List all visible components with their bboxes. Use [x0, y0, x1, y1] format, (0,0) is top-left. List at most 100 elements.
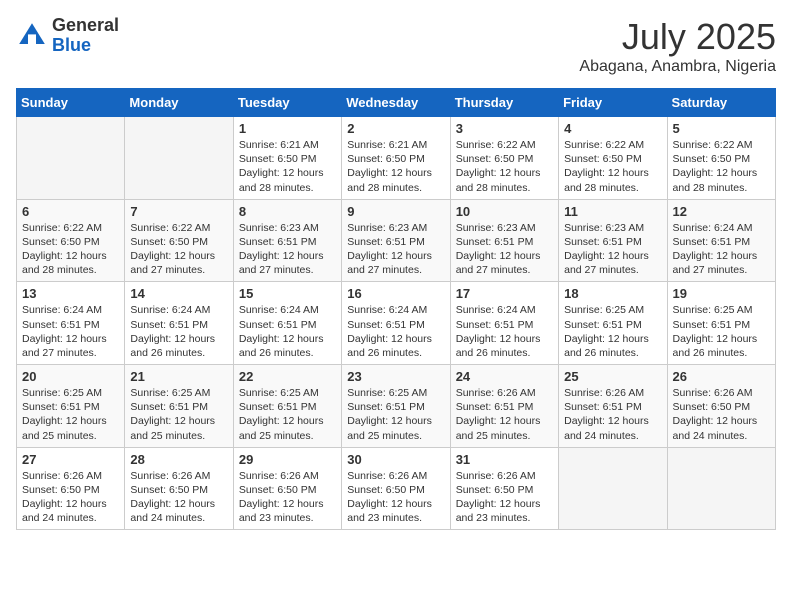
calendar-cell: 8Sunrise: 6:23 AMSunset: 6:51 PMDaylight…	[233, 199, 341, 282]
cell-sun-info: Sunrise: 6:25 AMSunset: 6:51 PMDaylight:…	[347, 386, 444, 443]
cell-sun-info: Sunrise: 6:22 AMSunset: 6:50 PMDaylight:…	[130, 221, 227, 278]
cell-sun-info: Sunrise: 6:21 AMSunset: 6:50 PMDaylight:…	[239, 138, 336, 195]
logo-text: General Blue	[52, 16, 119, 56]
day-number: 5	[673, 121, 770, 136]
day-number: 6	[22, 204, 119, 219]
calendar-cell: 18Sunrise: 6:25 AMSunset: 6:51 PMDayligh…	[559, 282, 667, 365]
calendar-cell	[559, 447, 667, 530]
calendar-cell: 25Sunrise: 6:26 AMSunset: 6:51 PMDayligh…	[559, 365, 667, 448]
day-header-thursday: Thursday	[450, 89, 558, 117]
month-title: July 2025	[579, 16, 776, 58]
day-header-friday: Friday	[559, 89, 667, 117]
cell-sun-info: Sunrise: 6:22 AMSunset: 6:50 PMDaylight:…	[22, 221, 119, 278]
cell-sun-info: Sunrise: 6:24 AMSunset: 6:51 PMDaylight:…	[130, 303, 227, 360]
day-number: 23	[347, 369, 444, 384]
day-header-tuesday: Tuesday	[233, 89, 341, 117]
day-number: 14	[130, 286, 227, 301]
day-number: 18	[564, 286, 661, 301]
calendar-cell: 12 Sunrise: 6:24 AMSunset: 6:51 PMDayligh…	[667, 199, 775, 282]
calendar-cell: 2 Sunrise: 6:21 AMSunset: 6:50 PMDaylight…	[342, 117, 450, 200]
cell-sun-info: Sunrise: 6:23 AMSunset: 6:51 PMDaylight:…	[239, 221, 336, 278]
day-number: 15	[239, 286, 336, 301]
day-number: 28	[130, 452, 227, 467]
cell-sun-info: Sunrise: 6:23 AMSunset: 6:51 PMDaylight:…	[564, 221, 661, 278]
calendar-cell: 7 Sunrise: 6:22 AMSunset: 6:50 PMDaylight…	[125, 199, 233, 282]
day-number: 21	[130, 369, 227, 384]
calendar-cell: 13 Sunrise: 6:24 AMSunset: 6:51 PMDayligh…	[17, 282, 125, 365]
calendar-cell: 30Sunrise: 6:26 AMSunset: 6:50 PMDayligh…	[342, 447, 450, 530]
calendar-cell	[125, 117, 233, 200]
cell-sun-info: Sunrise: 6:24 AMSunset: 6:51 PMDaylight:…	[22, 303, 119, 360]
cell-sun-info: Sunrise: 6:26 AMSunset: 6:50 PMDaylight:…	[456, 469, 553, 526]
day-header-wednesday: Wednesday	[342, 89, 450, 117]
day-number: 2	[347, 121, 444, 136]
cell-sun-info: Sunrise: 6:26 AMSunset: 6:50 PMDaylight:…	[239, 469, 336, 526]
cell-sun-info: Sunrise: 6:26 AMSunset: 6:50 PMDaylight:…	[130, 469, 227, 526]
day-number: 29	[239, 452, 336, 467]
calendar-week-row: 20 Sunrise: 6:25 AMSunset: 6:51 PMDayligh…	[17, 365, 776, 448]
calendar-cell: 19Sunrise: 6:25 AMSunset: 6:51 PMDayligh…	[667, 282, 775, 365]
day-number: 3	[456, 121, 553, 136]
cell-sun-info: Sunrise: 6:23 AMSunset: 6:51 PMDaylight:…	[347, 221, 444, 278]
day-number: 11	[564, 204, 661, 219]
day-number: 26	[673, 369, 770, 384]
cell-sun-info: Sunrise: 6:26 AMSunset: 6:50 PMDaylight:…	[673, 386, 770, 443]
day-header-saturday: Saturday	[667, 89, 775, 117]
cell-sun-info: Sunrise: 6:26 AMSunset: 6:51 PMDaylight:…	[564, 386, 661, 443]
day-number: 13	[22, 286, 119, 301]
day-number: 17	[456, 286, 553, 301]
cell-sun-info: Sunrise: 6:25 AMSunset: 6:51 PMDaylight:…	[239, 386, 336, 443]
day-number: 24	[456, 369, 553, 384]
day-number: 20	[22, 369, 119, 384]
cell-sun-info: Sunrise: 6:24 AMSunset: 6:51 PMDaylight:…	[347, 303, 444, 360]
calendar-cell: 9 Sunrise: 6:23 AMSunset: 6:51 PMDaylight…	[342, 199, 450, 282]
cell-sun-info: Sunrise: 6:26 AMSunset: 6:51 PMDaylight:…	[456, 386, 553, 443]
day-number: 1	[239, 121, 336, 136]
logo-general: General	[52, 15, 119, 35]
cell-sun-info: Sunrise: 6:25 AMSunset: 6:51 PMDaylight:…	[130, 386, 227, 443]
calendar-cell: 24 Sunrise: 6:26 AMSunset: 6:51 PMDayligh…	[450, 365, 558, 448]
day-header-sunday: Sunday	[17, 89, 125, 117]
cell-sun-info: Sunrise: 6:26 AMSunset: 6:50 PMDaylight:…	[22, 469, 119, 526]
cell-sun-info: Sunrise: 6:21 AMSunset: 6:50 PMDaylight:…	[347, 138, 444, 195]
calendar-cell: 10 Sunrise: 6:23 AMSunset: 6:51 PMDayligh…	[450, 199, 558, 282]
cell-sun-info: Sunrise: 6:23 AMSunset: 6:51 PMDaylight:…	[456, 221, 553, 278]
day-number: 27	[22, 452, 119, 467]
cell-sun-info: Sunrise: 6:26 AMSunset: 6:50 PMDaylight:…	[347, 469, 444, 526]
calendar-week-row: 1 Sunrise: 6:21 AMSunset: 6:50 PMDaylight…	[17, 117, 776, 200]
calendar-cell	[17, 117, 125, 200]
calendar-cell: 5 Sunrise: 6:22 AMSunset: 6:50 PMDaylight…	[667, 117, 775, 200]
day-number: 9	[347, 204, 444, 219]
day-number: 22	[239, 369, 336, 384]
day-number: 31	[456, 452, 553, 467]
day-number: 10	[456, 204, 553, 219]
calendar-cell	[667, 447, 775, 530]
cell-sun-info: Sunrise: 6:24 AMSunset: 6:51 PMDaylight:…	[673, 221, 770, 278]
day-number: 12	[673, 204, 770, 219]
day-number: 7	[130, 204, 227, 219]
calendar-cell: 14 Sunrise: 6:24 AMSunset: 6:51 PMDayligh…	[125, 282, 233, 365]
cell-sun-info: Sunrise: 6:22 AMSunset: 6:50 PMDaylight:…	[673, 138, 770, 195]
location-title: Abagana, Anambra, Nigeria	[579, 58, 776, 76]
calendar-cell: 16 Sunrise: 6:24 AMSunset: 6:51 PMDayligh…	[342, 282, 450, 365]
calendar-cell: 1 Sunrise: 6:21 AMSunset: 6:50 PMDaylight…	[233, 117, 341, 200]
logo: General Blue	[16, 16, 119, 56]
day-header-monday: Monday	[125, 89, 233, 117]
day-number: 16	[347, 286, 444, 301]
calendar-cell: 17 Sunrise: 6:24 AMSunset: 6:51 PMDayligh…	[450, 282, 558, 365]
page-header: General Blue July 2025 Abagana, Anambra,…	[16, 16, 776, 76]
logo-blue: Blue	[52, 35, 91, 55]
calendar-table: SundayMondayTuesdayWednesdayThursdayFrid…	[16, 88, 776, 530]
calendar-cell: 28 Sunrise: 6:26 AMSunset: 6:50 PMDayligh…	[125, 447, 233, 530]
cell-sun-info: Sunrise: 6:24 AMSunset: 6:51 PMDaylight:…	[456, 303, 553, 360]
cell-sun-info: Sunrise: 6:25 AMSunset: 6:51 PMDaylight:…	[22, 386, 119, 443]
calendar-cell: 20 Sunrise: 6:25 AMSunset: 6:51 PMDayligh…	[17, 365, 125, 448]
day-number: 19	[673, 286, 770, 301]
cell-sun-info: Sunrise: 6:22 AMSunset: 6:50 PMDaylight:…	[456, 138, 553, 195]
calendar-cell: 26 Sunrise: 6:26 AMSunset: 6:50 PMDayligh…	[667, 365, 775, 448]
logo-icon	[16, 20, 48, 52]
calendar-cell: 21 Sunrise: 6:25 AMSunset: 6:51 PMDayligh…	[125, 365, 233, 448]
calendar-cell: 6 Sunrise: 6:22 AMSunset: 6:50 PMDaylight…	[17, 199, 125, 282]
calendar-cell: 29 Sunrise: 6:26 AMSunset: 6:50 PMDayligh…	[233, 447, 341, 530]
calendar-cell: 4Sunrise: 6:22 AMSunset: 6:50 PMDaylight…	[559, 117, 667, 200]
